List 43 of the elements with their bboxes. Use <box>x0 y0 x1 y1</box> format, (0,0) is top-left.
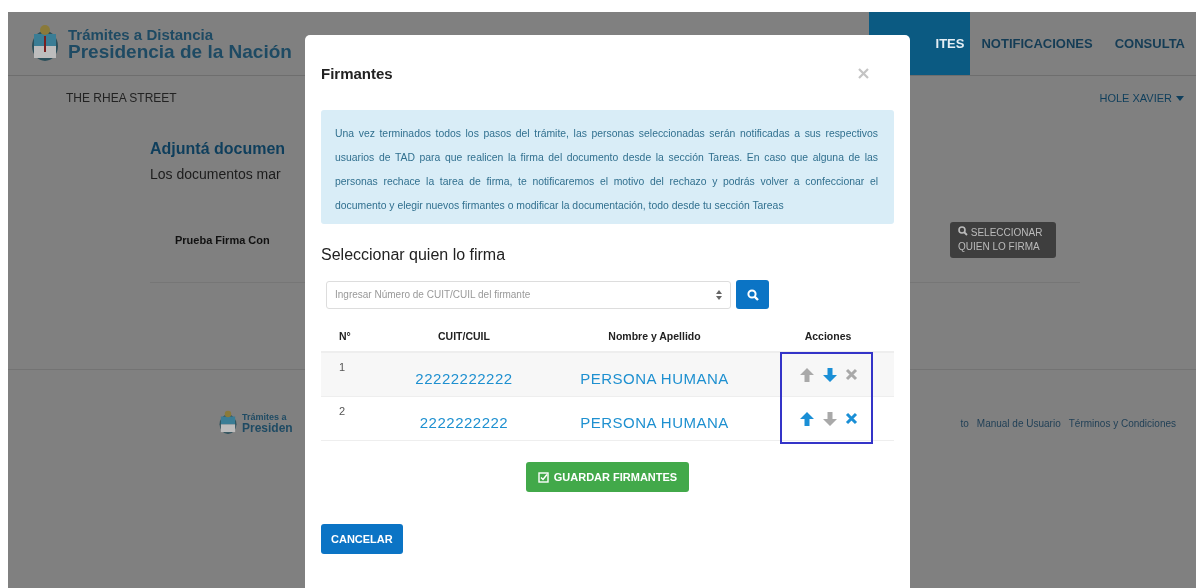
cuit-search-field[interactable]: Ingresar Número de CUIT/CUIL del firmante <box>326 280 731 309</box>
search-icon <box>746 288 759 301</box>
column-header: CUIT/CUIL <box>437 330 491 342</box>
logo-subtitle: Trámites a Distancia <box>68 26 215 42</box>
location-label: THE RHEA STREET <box>66 91 177 105</box>
select-signer-button[interactable]: SELECCIONAR QUIEN LO FIRMA <box>950 222 1056 258</box>
cuit-cell-text: 2222222222 <box>418 413 510 431</box>
nav-tab[interactable]: CONSULTA <box>1103 12 1196 75</box>
arrow-up-icon[interactable] <box>798 410 815 427</box>
column-header: N° <box>338 330 352 342</box>
section-title: Seleccionar quien lo firma <box>321 246 507 264</box>
footer-link[interactable]: Términos y Condiciones <box>1068 417 1176 429</box>
cancel-button[interactable]: CANCELAR <box>321 524 403 554</box>
document-label: Prueba Firma Con <box>175 234 270 246</box>
info-alert: Una vez terminados todos los pasos del trámite, las personas seleccionadas serán notificadas a sus respectivos usuarios de TAD para que realicen la firma del documento desde la sección Tareas. En caso que alguna de las personas rechace la tarea de firma, te notificaremos el motivo del rechazo y podrás volver a confeccionar el documento y elegir nuevos firmantes o modificar la documentación, todo desde tu sección Tareas <box>321 110 894 224</box>
column-header: Nombre y Apellido <box>607 330 702 342</box>
name-cell-text: PERSONA HUMANA <box>579 413 730 431</box>
arrow-down-icon[interactable] <box>821 366 838 383</box>
coat-of-arms-icon <box>30 23 60 64</box>
checkbox-icon <box>537 471 549 483</box>
page-heading: Adjuntá documen <box>150 140 286 158</box>
name-cell-text: PERSONA HUMANA <box>579 369 730 387</box>
logo-title: Presidencia de la Nación <box>68 41 292 61</box>
row-number: 2 <box>338 404 347 417</box>
footer-link[interactable]: Manual de Usuario <box>976 417 1061 429</box>
nav-tab[interactable]: NOTIFICACIONES <box>970 12 1104 75</box>
close-icon[interactable] <box>858 67 869 79</box>
user-menu[interactable]: HOLE XAVIER <box>1099 92 1184 104</box>
search-button[interactable] <box>736 280 769 309</box>
logo-subtitle: Trámites a <box>242 412 288 422</box>
spinner-arrows-icon <box>716 289 722 300</box>
row-number: 1 <box>338 360 347 373</box>
search-icon <box>958 226 968 236</box>
logo-title: Presiden <box>242 421 293 434</box>
save-signers-button[interactable]: GUARDAR FIRMANTES <box>525 462 690 492</box>
column-header: Acciones <box>803 330 853 342</box>
caret-icon <box>1176 95 1184 101</box>
close-icon[interactable] <box>844 412 858 425</box>
page-subtext: Los documentos mar <box>150 166 281 182</box>
coat-of-arms-icon <box>218 410 238 436</box>
footer-link[interactable]: to <box>960 417 969 429</box>
cuit-cell-text: 22222222222 <box>414 369 514 387</box>
modal-title: Firmantes <box>321 64 393 82</box>
